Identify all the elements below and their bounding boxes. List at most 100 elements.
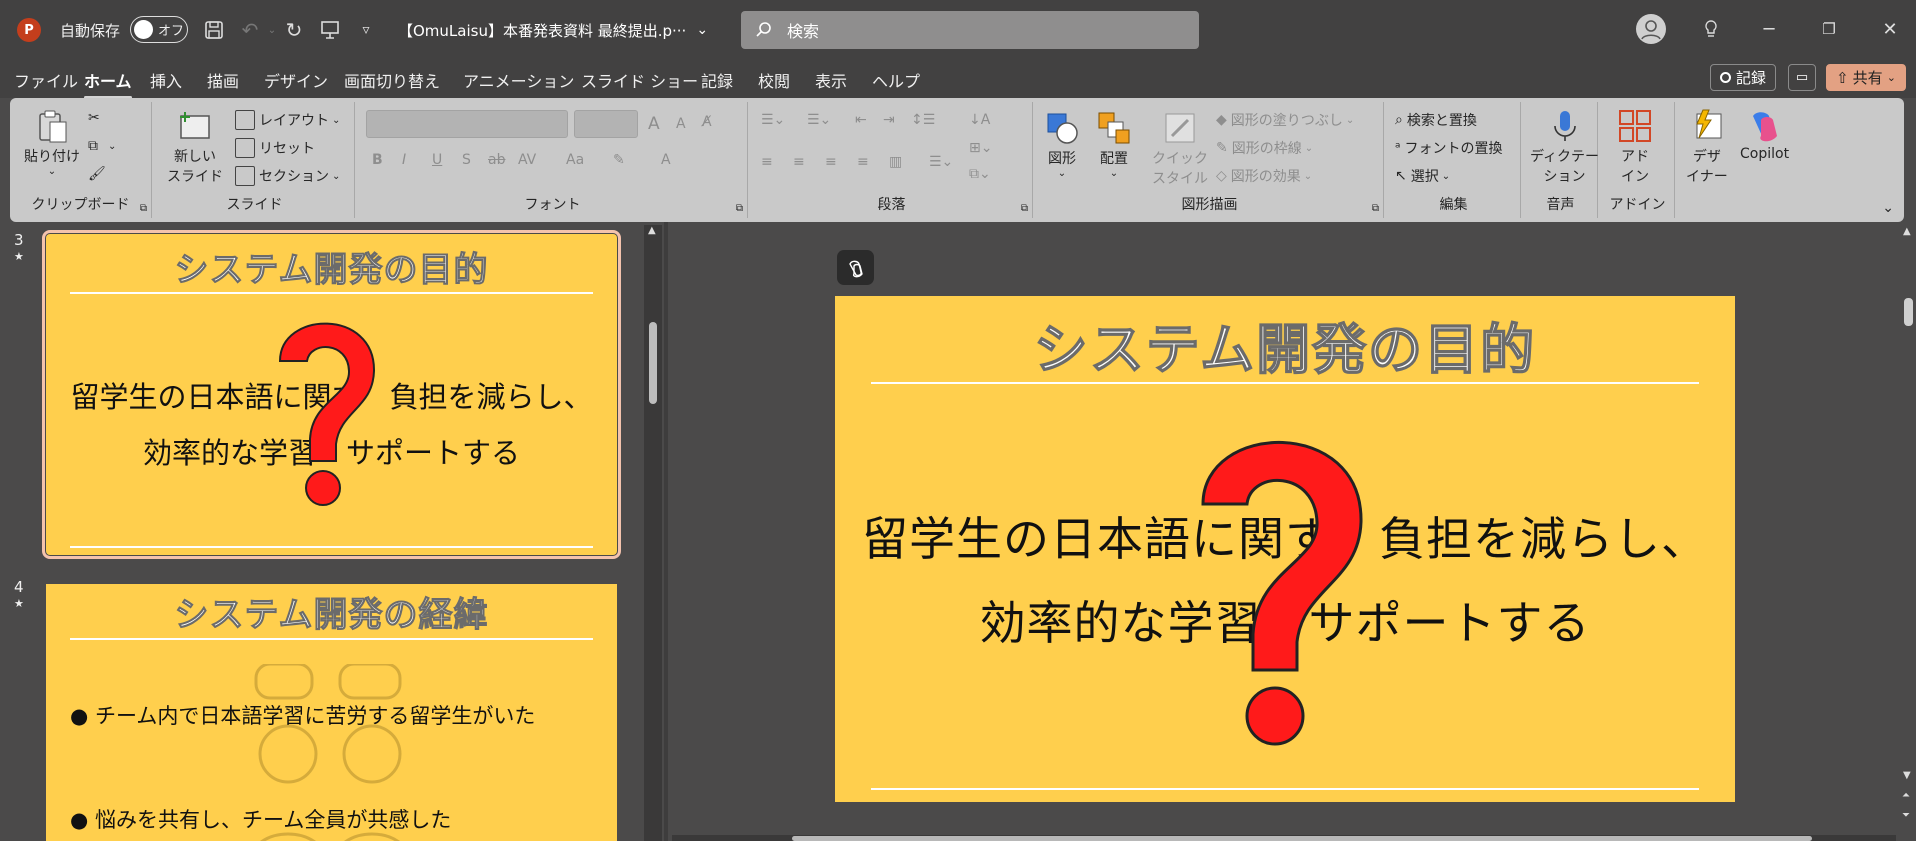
- tab-record[interactable]: 記録: [701, 68, 733, 92]
- autosave-toggle[interactable]: オフ: [130, 16, 188, 43]
- shadow-button[interactable]: S: [462, 152, 471, 168]
- smartart-icon[interactable]: ⧉⌄: [969, 166, 991, 182]
- tab-review[interactable]: 校閲: [758, 68, 790, 92]
- increase-indent-icon[interactable]: ⇥: [883, 112, 895, 128]
- shape-outline-button[interactable]: ✎ 図形の枠線 ⌄: [1216, 138, 1313, 158]
- designer-button[interactable]: デザ イナー: [1686, 108, 1728, 186]
- dialog-launcher-icon[interactable]: ⧉: [1372, 203, 1379, 214]
- share-button[interactable]: ⇧ 共有 ⌄: [1826, 64, 1906, 91]
- tab-animations[interactable]: アニメーション: [463, 68, 574, 92]
- powerpoint-window: P 自動保存 オフ ↶ ⌄ ↻ ▿ 【OmuLaisu】本番発表資料 最終提出.…: [0, 0, 1916, 841]
- close-button[interactable]: ✕: [1870, 12, 1910, 46]
- question-mark-icon[interactable]: [1187, 430, 1373, 746]
- column-count-icon[interactable]: ☰⌄: [929, 154, 953, 170]
- strikethrough-button[interactable]: ab: [488, 152, 505, 168]
- ribbon: 貼り付け ⌄ ✂ ⧉ ⌄ 🖌 クリップボード ⧉ 新しい スライド レイアウト ⌄ リ…: [10, 98, 1904, 222]
- save-icon[interactable]: [200, 16, 228, 44]
- record-button[interactable]: 記録: [1710, 64, 1776, 91]
- redo-icon[interactable]: ↻: [280, 16, 308, 44]
- tab-draw[interactable]: 描画: [207, 68, 239, 92]
- shapes-button[interactable]: 図形 ⌄: [1044, 110, 1080, 179]
- cut-icon[interactable]: ✂: [88, 110, 100, 126]
- shape-fill-button[interactable]: ◆ 図形の塗りつぶし ⌄: [1216, 110, 1354, 130]
- addins-button[interactable]: アド イン: [1617, 108, 1653, 186]
- clear-format-icon[interactable]: A̸: [702, 114, 712, 130]
- new-slide-button[interactable]: 新しい スライド: [167, 108, 223, 186]
- present-from-start-icon[interactable]: [316, 16, 344, 44]
- tab-slideshow[interactable]: スライド ショー: [581, 68, 698, 92]
- italic-button[interactable]: I: [402, 152, 406, 168]
- collapse-ribbon-icon[interactable]: ⌄: [1882, 200, 1894, 216]
- font-shrink-button[interactable]: A: [676, 116, 686, 132]
- section-button[interactable]: セクション ⌄: [235, 166, 340, 186]
- change-case-button[interactable]: Aa: [566, 152, 584, 168]
- reset-button[interactable]: リセット: [235, 138, 315, 158]
- tab-home[interactable]: ホーム: [84, 68, 132, 99]
- slide-title[interactable]: システム開発の目的: [835, 305, 1735, 384]
- scroll-down-icon: ▼: [1903, 770, 1911, 781]
- canvas-scroll-thumb[interactable]: [1904, 298, 1913, 326]
- format-painter-icon[interactable]: 🖌: [88, 166, 106, 182]
- horizontal-scroll-thumb[interactable]: [792, 836, 1812, 841]
- next-slide-icon[interactable]: ⏷: [1902, 810, 1910, 821]
- thumbnail-scroll-thumb[interactable]: [649, 322, 657, 404]
- account-avatar[interactable]: [1636, 14, 1666, 44]
- quick-styles-button[interactable]: クイック スタイル: [1152, 110, 1208, 188]
- comments-button[interactable]: ▭: [1788, 64, 1816, 91]
- numbering-icon[interactable]: ☰⌄: [807, 112, 831, 128]
- minimize-button[interactable]: ─: [1749, 12, 1789, 46]
- dialog-launcher-icon[interactable]: ⧉: [1021, 203, 1028, 214]
- tab-help[interactable]: ヘルプ: [872, 68, 920, 92]
- dialog-launcher-icon[interactable]: ⧉: [736, 203, 743, 214]
- columns-icon[interactable]: ▥: [889, 154, 902, 170]
- paste-button[interactable]: 貼り付け ⌄: [24, 108, 80, 177]
- align-center-icon[interactable]: ≡: [793, 154, 805, 170]
- dialog-launcher-icon[interactable]: ⧉: [140, 203, 147, 214]
- tab-transitions[interactable]: 画面切り替え: [344, 68, 440, 92]
- tab-insert[interactable]: 挿入: [150, 68, 182, 92]
- restore-button[interactable]: ❐: [1809, 12, 1849, 46]
- tab-file[interactable]: ファイル: [14, 68, 78, 92]
- arrange-button[interactable]: 配置 ⌄: [1096, 110, 1132, 179]
- canvas-scrollbar[interactable]: ▲ ▼ ⏶ ⏷: [1900, 222, 1916, 841]
- tab-design[interactable]: デザイン: [264, 68, 328, 92]
- align-left-icon[interactable]: ≡: [761, 154, 773, 170]
- font-name-select[interactable]: [366, 110, 568, 138]
- justify-icon[interactable]: ≡: [857, 154, 869, 170]
- find-replace-button[interactable]: ⌕ 検索と置換: [1395, 110, 1477, 130]
- copilot-button[interactable]: Copilot: [1740, 108, 1789, 162]
- select-button[interactable]: ↖ 選択 ⌄: [1395, 166, 1450, 186]
- align-right-icon[interactable]: ≡: [825, 154, 837, 170]
- text-direction-icon[interactable]: ↓A: [969, 112, 990, 128]
- lightbulb-icon[interactable]: [1691, 12, 1731, 46]
- thumbnail-scrollbar[interactable]: ▲: [644, 225, 662, 841]
- align-text-icon[interactable]: ⊞⌄: [969, 140, 992, 156]
- layout-button[interactable]: レイアウト ⌄: [235, 110, 340, 130]
- replace-fonts-button[interactable]: ᵃ フォントの置換: [1395, 138, 1502, 158]
- copilot-badge[interactable]: [837, 250, 874, 285]
- slide-thumbnail-3[interactable]: システム開発の目的 留学生の日本語に関す 負担を減らし、 効率的な学習 サポート…: [42, 230, 621, 559]
- search-box[interactable]: 検索: [741, 11, 1199, 49]
- shape-effects-button[interactable]: ◇ 図形の効果 ⌄: [1216, 166, 1312, 186]
- bold-button[interactable]: B: [372, 152, 383, 168]
- line-spacing-icon[interactable]: ↕☰: [911, 112, 935, 128]
- font-color-icon[interactable]: A: [661, 152, 671, 168]
- slide-thumbnail-4[interactable]: システム開発の経緯 ● チーム内で日本語学習に苦労する留学生がいた ● 悩みを共…: [46, 584, 617, 841]
- tab-view[interactable]: 表示: [815, 68, 847, 92]
- canvas-horizontal-scrollbar[interactable]: [672, 835, 1896, 841]
- document-title[interactable]: 【OmuLaisu】本番発表資料 最終提出.p··· ⌄: [398, 17, 708, 43]
- thumb-bullet-text: チーム内で日本語学習に苦労する留学生がいた: [95, 704, 536, 728]
- font-grow-button[interactable]: A: [648, 114, 660, 134]
- dictate-button[interactable]: ディクテー ション: [1530, 108, 1599, 186]
- bullets-icon[interactable]: ☰⌄: [761, 112, 785, 128]
- customize-qat-icon[interactable]: ▿: [352, 16, 380, 44]
- character-spacing-button[interactable]: AV: [518, 152, 536, 168]
- underline-button[interactable]: U: [432, 152, 442, 168]
- highlight-color-icon[interactable]: ✎: [613, 152, 625, 168]
- previous-slide-icon[interactable]: ⏶: [1902, 790, 1910, 801]
- copy-icon[interactable]: ⧉ ⌄: [88, 138, 116, 154]
- decrease-indent-icon[interactable]: ⇤: [855, 112, 867, 128]
- current-slide[interactable]: システム開発の目的 留学生の日本語に関す 負担を減らし、 効率的な学習 サポート…: [835, 296, 1735, 802]
- addins-group-label: アドイン: [1609, 197, 1666, 213]
- font-size-select[interactable]: [574, 110, 638, 138]
